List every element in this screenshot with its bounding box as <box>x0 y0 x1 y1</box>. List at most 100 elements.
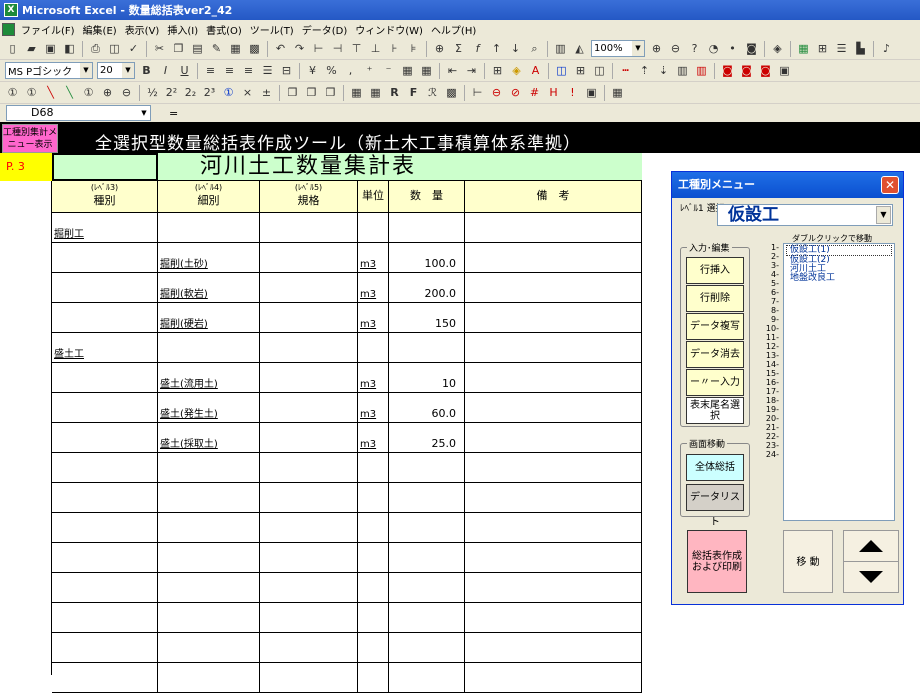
cell-note[interactable] <box>465 633 642 663</box>
cell-spec[interactable] <box>260 573 358 603</box>
table-a-icon[interactable]: ▦ <box>348 84 365 101</box>
image-icon[interactable]: ▩ <box>443 84 460 101</box>
cell-spec[interactable] <box>260 513 358 543</box>
table-b-icon[interactable]: ▦ <box>367 84 384 101</box>
menu-edit[interactable]: 編集(E) <box>79 22 121 37</box>
one-alt-icon[interactable]: ① <box>23 84 40 101</box>
select-end-name-button[interactable]: 表末尾名選択 <box>686 397 744 424</box>
cell-type[interactable] <box>52 393 158 423</box>
music-icon[interactable]: ♪ <box>878 40 895 57</box>
cell-spec[interactable] <box>260 243 358 273</box>
cell-spec[interactable] <box>260 393 358 423</box>
workbook-icon[interactable] <box>2 22 15 36</box>
trace-error-icon[interactable]: ⊥ <box>367 40 384 57</box>
align-left-icon[interactable]: ≡ <box>202 62 219 79</box>
percent-icon[interactable]: % <box>323 62 340 79</box>
replace-icon[interactable]: ℛ <box>424 84 441 101</box>
cell-type[interactable] <box>52 603 158 633</box>
cell-type[interactable] <box>52 483 158 513</box>
cell-quantity[interactable]: 200.0 <box>389 273 465 303</box>
cell-type[interactable] <box>52 243 158 273</box>
print-icon[interactable]: ⎙ <box>87 40 104 57</box>
dot-icon[interactable]: • <box>724 40 741 57</box>
cell-spec[interactable] <box>260 483 358 513</box>
active-cell[interactable] <box>52 153 158 181</box>
grid-icon[interactable]: ▦ <box>418 62 435 79</box>
cell-detail[interactable] <box>158 213 260 243</box>
cell-quantity[interactable]: 60.0 <box>389 393 465 423</box>
copy-sheet2-icon[interactable]: ❐ <box>303 84 320 101</box>
borders-icon[interactable]: ⊞ <box>489 62 506 79</box>
cell-quantity[interactable] <box>389 453 465 483</box>
menu-format[interactable]: 書式(O) <box>202 22 246 37</box>
cell-note[interactable] <box>465 423 642 453</box>
italic-icon[interactable]: I <box>157 62 174 79</box>
zoom-out-icon[interactable]: ⊖ <box>667 40 684 57</box>
cell-type[interactable] <box>52 573 158 603</box>
letter-r-icon[interactable]: R <box>386 84 403 101</box>
data-list-button[interactable]: データリスト <box>686 484 744 528</box>
cell-quantity[interactable] <box>389 603 465 633</box>
picture-icon[interactable]: ▩ <box>246 40 263 57</box>
cell-note[interactable] <box>465 303 642 333</box>
ditto-input-button[interactable]: ー〃ー入力 <box>686 369 744 396</box>
cell-note[interactable] <box>465 543 642 573</box>
cell-unit[interactable] <box>358 483 389 513</box>
cell-spec[interactable] <box>260 303 358 333</box>
menu-tools[interactable]: ツール(T) <box>246 22 298 37</box>
cell-unit[interactable] <box>358 453 389 483</box>
bold-icon[interactable]: B <box>138 62 155 79</box>
copy-data-button[interactable]: データ複写 <box>686 313 744 340</box>
merge-center-icon[interactable]: ⊟ <box>278 62 295 79</box>
cell-note[interactable] <box>465 663 642 693</box>
cell-spec[interactable] <box>260 603 358 633</box>
cell-detail[interactable]: 掘削(軟岩) <box>158 273 260 303</box>
grid-view-icon[interactable]: ▦ <box>609 84 626 101</box>
underline-icon[interactable]: U <box>176 62 193 79</box>
font-color-icon[interactable]: A <box>527 62 544 79</box>
macro-icon[interactable]: ◈ <box>769 40 786 57</box>
save-as-icon[interactable]: ▣ <box>776 62 793 79</box>
macro-red3-icon[interactable]: ◙ <box>757 62 774 79</box>
cell-note[interactable] <box>465 513 642 543</box>
delete-row-button[interactable]: 行削除 <box>686 285 744 312</box>
overall-summary-button[interactable]: 全体総括 <box>686 454 744 481</box>
cell-type[interactable] <box>52 453 158 483</box>
one-icon[interactable]: ① <box>4 84 21 101</box>
remove-dependent-icon[interactable]: ⊧ <box>405 40 422 57</box>
show-menu-button[interactable]: 工種別集計メニュー表示 <box>2 124 58 153</box>
cell-note[interactable] <box>465 453 642 483</box>
sort-down-icon[interactable]: ⇣ <box>655 62 672 79</box>
zoom-in-icon[interactable]: ⊕ <box>648 40 665 57</box>
permission-icon[interactable]: ◧ <box>61 40 78 57</box>
plusminus-icon[interactable]: ± <box>258 84 275 101</box>
cell-detail[interactable] <box>158 453 260 483</box>
find-icon[interactable]: ⌕ <box>526 40 543 57</box>
cell-detail[interactable] <box>158 633 260 663</box>
comma-icon[interactable]: , <box>342 62 359 79</box>
cell-detail[interactable] <box>158 513 260 543</box>
cell-quantity[interactable] <box>389 573 465 603</box>
cell-note[interactable] <box>465 213 642 243</box>
format-painter-icon[interactable]: ✎ <box>208 40 225 57</box>
cell-type[interactable] <box>52 423 158 453</box>
align-center-icon[interactable]: ≡ <box>221 62 238 79</box>
multiply-icon[interactable]: × <box>239 84 256 101</box>
currency-icon[interactable]: ¥ <box>304 62 321 79</box>
create-and-print-button[interactable]: 総括表作成および印刷 <box>687 530 747 593</box>
cell-unit[interactable] <box>358 543 389 573</box>
cell-note[interactable] <box>465 573 642 603</box>
cell-type[interactable] <box>52 513 158 543</box>
cell-unit[interactable]: m3 <box>358 243 389 273</box>
remove-arrows-icon[interactable]: ⊤ <box>348 40 365 57</box>
letter-h-icon[interactable]: H <box>545 84 562 101</box>
menu-file[interactable]: ファイル(F) <box>17 22 79 37</box>
copy-icon[interactable]: ❐ <box>170 40 187 57</box>
name-box[interactable]: D68 ▼ <box>6 105 151 121</box>
spelling-icon[interactable]: ✓ <box>125 40 142 57</box>
align-right-icon[interactable]: ≡ <box>240 62 257 79</box>
cell-type[interactable] <box>52 273 158 303</box>
sort-ascending-icon[interactable]: ↑ <box>488 40 505 57</box>
save-icon[interactable]: ▣ <box>42 40 59 57</box>
frame-grid-icon[interactable]: ⊞ <box>572 62 589 79</box>
